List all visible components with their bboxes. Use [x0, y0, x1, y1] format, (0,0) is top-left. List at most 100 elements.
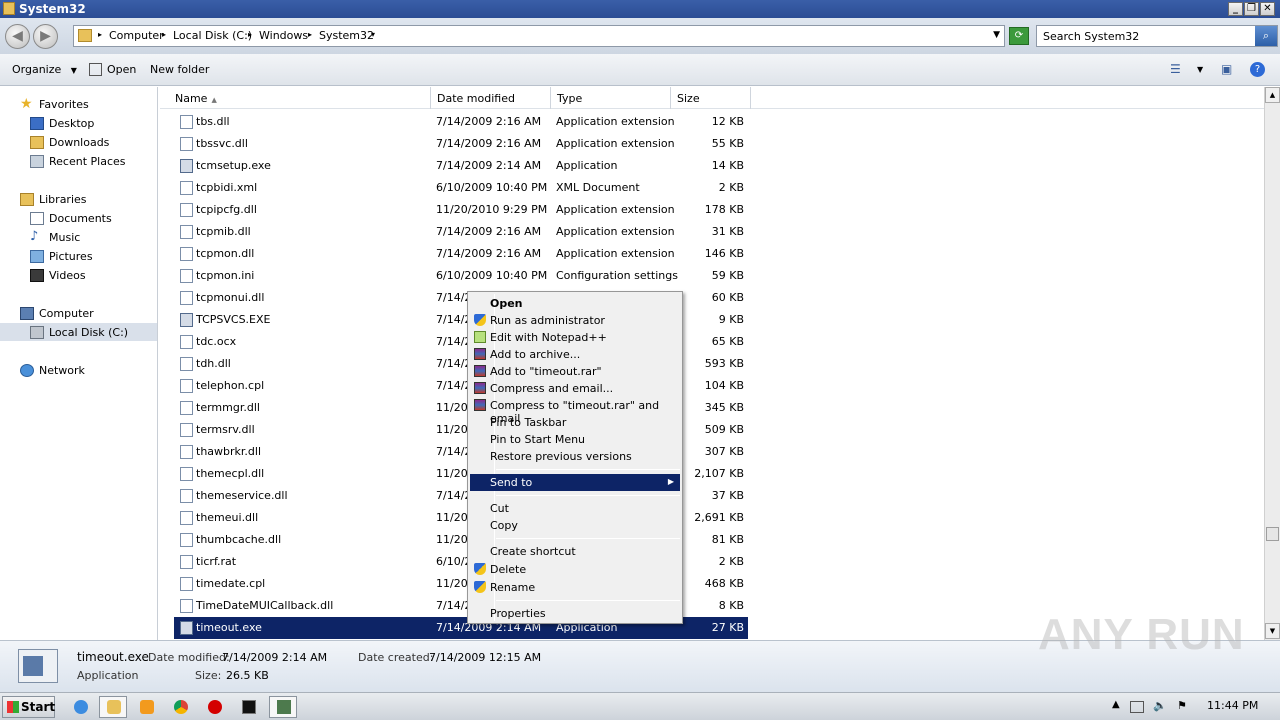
file-name: tbs.dll: [196, 115, 230, 128]
table-row[interactable]: tcpmon.ini 6/10/2009 10:40 PM Configuratio…: [174, 265, 748, 287]
restore-button[interactable]: ❐: [1244, 2, 1259, 16]
volume-icon[interactable]: 🔈: [1153, 699, 1167, 712]
back-button[interactable]: ◀: [5, 24, 30, 49]
clock[interactable]: 11:44 PM: [1207, 699, 1258, 712]
nav-videos[interactable]: Videos: [30, 266, 86, 284]
breadcrumb-computer[interactable]: Computer: [109, 29, 164, 42]
menu-send-to[interactable]: Send to ▶: [470, 474, 680, 491]
chevron-right-icon[interactable]: ▸: [162, 30, 166, 39]
file-list: Name ▲ Date modified Type Size tbs.dll 7/1…: [160, 87, 1264, 640]
chevron-right-icon[interactable]: ▸: [248, 30, 252, 39]
breadcrumb-local-disk[interactable]: Local Disk (C:): [173, 29, 252, 42]
menu-restore-versions[interactable]: Restore previous versions: [470, 448, 680, 465]
menu-rename[interactable]: Rename: [470, 579, 680, 596]
breadcrumb-system32[interactable]: System32: [319, 29, 374, 42]
scroll-down-icon[interactable]: ▼: [1265, 623, 1280, 639]
nav-libraries[interactable]: Libraries: [20, 190, 87, 208]
scroll-up-icon[interactable]: ▲: [1265, 87, 1280, 103]
preview-pane-icon[interactable]: ▣: [1221, 62, 1232, 76]
file-size: 60 KB: [711, 291, 744, 304]
chevron-down-icon[interactable]: ▼: [1197, 65, 1203, 74]
file-size: 2 KB: [718, 555, 744, 568]
action-center-icon[interactable]: [1130, 701, 1144, 713]
menu-copy[interactable]: Copy: [470, 517, 680, 534]
menu-properties[interactable]: Properties: [470, 605, 680, 622]
details-filename: timeout.exe: [77, 650, 149, 664]
nav-computer[interactable]: Computer: [20, 304, 94, 322]
chevron-down-icon[interactable]: ▾: [371, 30, 375, 39]
file-name: themeui.dll: [196, 511, 259, 524]
nav-favorites[interactable]: ★ Favorites: [20, 95, 89, 113]
windows-flag-icon: [7, 701, 19, 713]
search-input[interactable]: Search System32 ⌕: [1036, 25, 1278, 47]
chevron-right-icon[interactable]: ▸: [98, 30, 102, 39]
menu-delete[interactable]: Delete: [470, 561, 680, 578]
winrar-icon: [474, 348, 486, 360]
file-name: tdh.dll: [196, 357, 231, 370]
nav-downloads[interactable]: Downloads: [30, 133, 109, 151]
menu-run-as-admin[interactable]: Run as administrator: [470, 312, 680, 329]
minimize-button[interactable]: _: [1228, 2, 1243, 16]
address-bar[interactable]: ▸ Computer ▸ Local Disk (C:) ▸ Windows ▸…: [73, 25, 1005, 47]
open-button[interactable]: Open: [107, 63, 136, 76]
table-row[interactable]: tcmsetup.exe 7/14/2009 2:14 AM Application…: [174, 155, 748, 177]
menu-edit-notepadpp[interactable]: Edit with Notepad++: [470, 329, 680, 346]
taskbar-chrome[interactable]: [166, 696, 194, 718]
taskbar-cmd[interactable]: [234, 696, 262, 718]
nav-desktop[interactable]: Desktop: [30, 114, 94, 132]
organize-button[interactable]: Organize ▼: [12, 63, 77, 76]
view-options-icon[interactable]: ☰: [1170, 62, 1181, 76]
chevron-right-icon[interactable]: ▸: [308, 30, 312, 39]
table-row[interactable]: tcpmon.dll 7/14/2009 2:16 AM Application e…: [174, 243, 748, 265]
refresh-icon[interactable]: ⟳: [1009, 27, 1029, 45]
nav-music[interactable]: ♪ Music: [30, 228, 80, 246]
taskbar-app[interactable]: [269, 696, 297, 718]
table-row[interactable]: tcpipcfg.dll 11/20/2010 9:29 PM Applicatio…: [174, 199, 748, 221]
column-name[interactable]: Name ▲: [169, 87, 431, 109]
nav-local-disk[interactable]: Local Disk (C:): [0, 323, 157, 341]
new-folder-button[interactable]: New folder: [150, 63, 209, 76]
table-row[interactable]: tbssvc.dll 7/14/2009 2:16 AM Application e…: [174, 133, 748, 155]
start-button[interactable]: Start: [2, 696, 55, 718]
table-row[interactable]: tcpbidi.xml 6/10/2009 10:40 PM XML Documen…: [174, 177, 748, 199]
taskbar-media-player[interactable]: [132, 696, 160, 718]
menu-label: Compress and email...: [490, 382, 614, 395]
table-row[interactable]: tcpmib.dll 7/14/2009 2:16 AM Application e…: [174, 221, 748, 243]
nav-network[interactable]: Network: [20, 361, 85, 379]
breadcrumb-windows[interactable]: Windows: [259, 29, 308, 42]
file-icon: [180, 203, 193, 217]
nav-pictures[interactable]: Pictures: [30, 247, 93, 265]
taskbar-ie[interactable]: [66, 696, 94, 718]
help-icon[interactable]: ?: [1250, 62, 1265, 77]
menu-pin-start[interactable]: Pin to Start Menu: [470, 431, 680, 448]
search-icon[interactable]: ⌕: [1255, 26, 1277, 46]
file-name: tcpmon.dll: [196, 247, 255, 260]
forward-button[interactable]: ▶: [33, 24, 58, 49]
vertical-scrollbar[interactable]: ▲ ▼: [1264, 87, 1280, 640]
file-name: tcpmon.ini: [196, 269, 255, 282]
menu-compress-rar-email[interactable]: Compress to "timeout.rar" and email: [470, 397, 680, 425]
column-size[interactable]: Size: [671, 87, 751, 109]
column-date[interactable]: Date modified: [431, 87, 551, 109]
nav-documents[interactable]: Documents: [30, 209, 112, 227]
menu-create-shortcut[interactable]: Create shortcut: [470, 543, 680, 560]
file-size: 37 KB: [711, 489, 744, 502]
flag-icon[interactable]: ⚑: [1177, 699, 1187, 712]
menu-compress-email[interactable]: Compress and email...: [470, 380, 680, 397]
menu-add-archive[interactable]: Add to archive...: [470, 346, 680, 363]
nav-recent-places[interactable]: Recent Places: [30, 152, 126, 170]
nav-label: Documents: [49, 211, 112, 225]
scroll-thumb[interactable]: [1266, 527, 1279, 541]
menu-add-rar[interactable]: Add to "timeout.rar": [470, 363, 680, 380]
menu-pin-taskbar[interactable]: Pin to Taskbar: [470, 414, 680, 431]
taskbar-opera[interactable]: [200, 696, 228, 718]
close-button[interactable]: ✕: [1260, 2, 1275, 16]
taskbar-explorer[interactable]: [99, 696, 127, 718]
menu-cut[interactable]: Cut: [470, 500, 680, 517]
chevron-down-icon[interactable]: ▼: [993, 30, 1000, 40]
show-hidden-icons-icon[interactable]: ▲: [1112, 699, 1120, 710]
file-icon: [180, 621, 193, 635]
menu-open[interactable]: Open: [470, 295, 680, 312]
table-row[interactable]: tbs.dll 7/14/2009 2:16 AM Application exte…: [174, 111, 748, 133]
column-type[interactable]: Type: [551, 87, 671, 109]
